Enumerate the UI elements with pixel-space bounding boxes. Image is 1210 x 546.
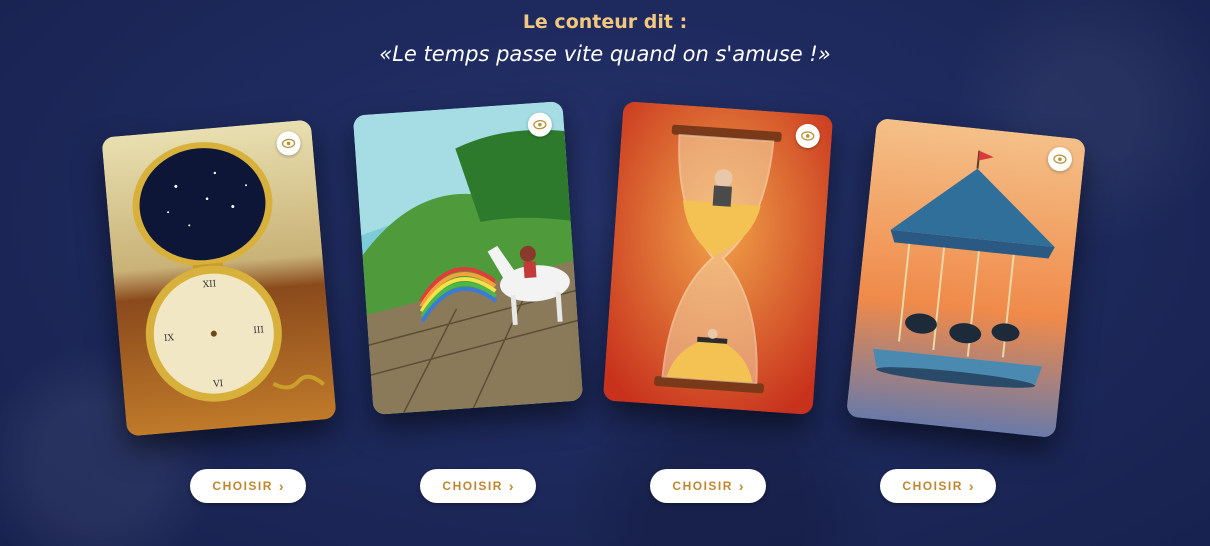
storyteller-header: Le conteur dit : «Le temps passe vite qu…: [0, 10, 1210, 68]
choose-card-1-button[interactable]: CHOISIR ›: [190, 469, 306, 503]
eye-icon: [1053, 154, 1067, 164]
svg-text:IX: IX: [164, 333, 175, 344]
storyteller-quote: «Le temps passe vite quand on s'amuse !»: [379, 42, 831, 66]
eye-icon: [281, 138, 296, 149]
pocket-watch-illustration: XII III VI IX: [101, 119, 337, 437]
card-pocket-watch[interactable]: XII III VI IX: [101, 119, 337, 437]
horse-rainbow-illustration: [352, 101, 584, 415]
chevron-right-icon: ›: [738, 478, 744, 494]
card-hourglass[interactable]: [602, 101, 834, 415]
storyteller-label: Le conteur dit :: [522, 11, 688, 33]
svg-text:XII: XII: [202, 279, 217, 290]
choose-card-3-button[interactable]: CHOISIR ›: [650, 469, 766, 503]
card-horse-rainbow[interactable]: [352, 101, 584, 415]
chevron-right-icon: ›: [508, 478, 514, 494]
choose-label: CHOISIR: [212, 479, 273, 493]
choose-label: CHOISIR: [672, 479, 733, 493]
choose-card-2-button[interactable]: CHOISIR ›: [420, 469, 536, 503]
card-carousel[interactable]: [845, 117, 1087, 439]
choose-label: CHOISIR: [442, 479, 503, 493]
choose-card-4-button[interactable]: CHOISIR ›: [880, 469, 996, 503]
chevron-right-icon: ›: [968, 478, 974, 494]
chevron-right-icon: ›: [278, 478, 284, 494]
eye-icon: [533, 119, 547, 130]
svg-text:III: III: [253, 325, 265, 336]
eye-icon: [801, 131, 815, 141]
hourglass-illustration: [602, 101, 834, 415]
choose-label: CHOISIR: [902, 479, 963, 493]
svg-text:VI: VI: [212, 379, 224, 390]
